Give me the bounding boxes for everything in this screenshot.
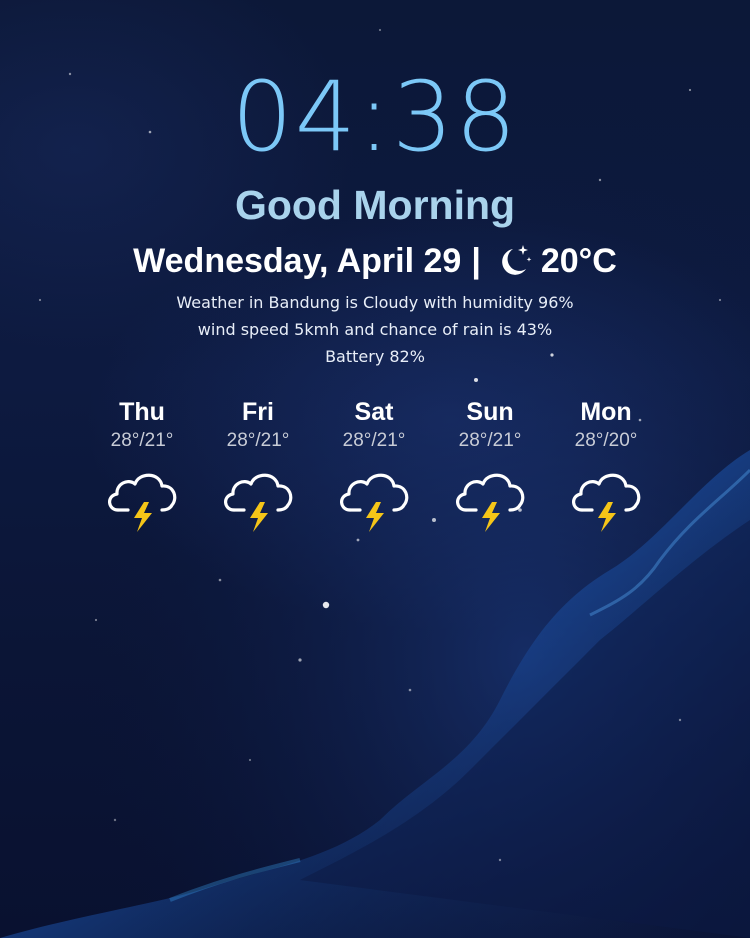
clock-time: 04:38 [231, 61, 519, 173]
summary-line-1: Weather in Bandung is Cloudy with humidi… [176, 293, 574, 312]
thunderstorm-icon [108, 473, 177, 532]
moon-stars-icon [493, 243, 533, 279]
summary-line-2: wind speed 5kmh and chance of rain is 43… [197, 320, 553, 339]
lockscreen: 04:38 Good Morning Wednesday, April 29 |… [0, 0, 750, 938]
date-text: Wednesday, April 29 [133, 241, 462, 280]
battery-status: Battery 82% [325, 347, 425, 366]
thunderstorm-icon [224, 473, 293, 532]
current-temperature: 20°C [540, 241, 617, 280]
forecast-day: Thu 28°/21° [84, 396, 200, 536]
day-name: Fri [242, 398, 274, 426]
weather-summary: Weather in Bandung is Cloudy with humidi… [0, 289, 750, 370]
forecast-day: Fri 28°/21° [200, 396, 316, 536]
greeting-text: Good Morning [234, 182, 516, 228]
day-name: Sat [354, 398, 394, 426]
forecast-row: Thu 28°/21° Fri 28°/21° Sat 28°/21° Sun … [84, 396, 664, 546]
day-temp-range: 28°/21° [226, 430, 290, 451]
day-name: Mon [580, 398, 632, 426]
day-name: Sun [466, 398, 514, 426]
day-temp-range: 28°/21° [110, 430, 174, 451]
thunderstorm-icon [572, 473, 641, 532]
date-temperature-row: Wednesday, April 29 | 20°C [0, 236, 750, 286]
separator: | [471, 241, 481, 280]
forecast-day: Sun 28°/21° [432, 396, 548, 536]
day-temp-range: 28°/21° [458, 430, 522, 451]
day-temp-range: 28°/20° [574, 430, 638, 451]
thunderstorm-icon [340, 473, 409, 532]
forecast-day: Sat 28°/21° [316, 396, 432, 536]
day-name: Thu [119, 398, 165, 426]
forecast-day: Mon 28°/20° [548, 396, 664, 536]
thunderstorm-icon [456, 473, 525, 532]
day-temp-range: 28°/21° [342, 430, 406, 451]
